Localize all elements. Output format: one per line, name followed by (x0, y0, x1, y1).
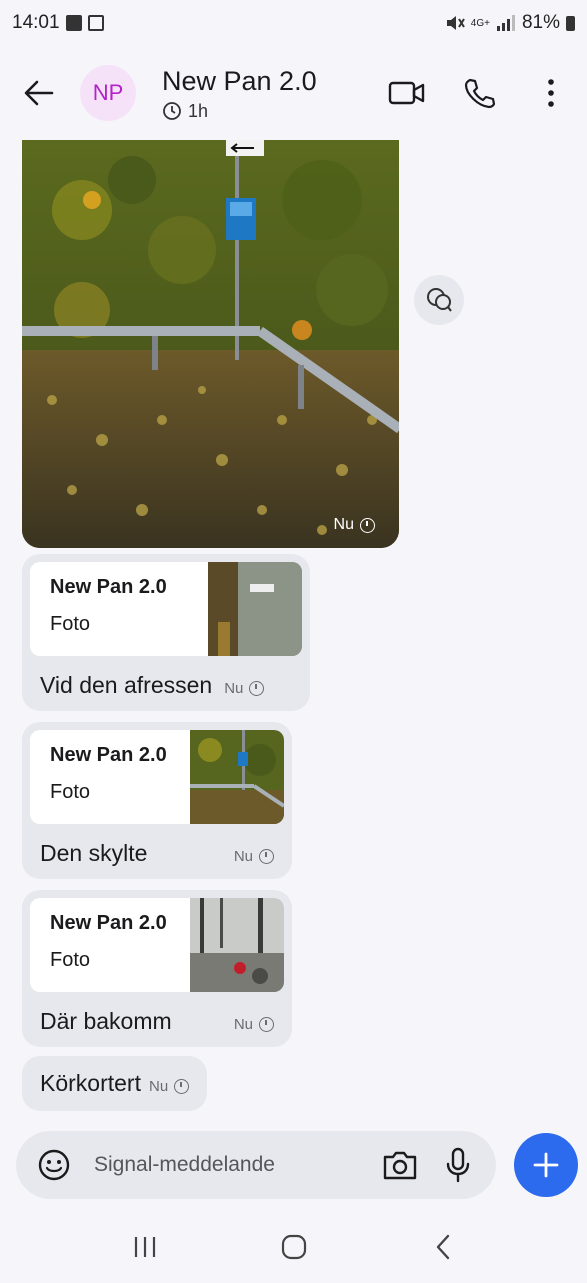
disappearing-timer-icon (259, 1017, 274, 1032)
message-time: Nu (233, 848, 253, 865)
quote-author: New Pan 2.0 (50, 744, 167, 766)
conversation-title: New Pan 2.0 (162, 65, 317, 96)
video-camera-icon (388, 81, 425, 105)
message-text: Den skylte (40, 840, 148, 866)
message-bubble[interactable]: New Pan 2.0 Foto Där bakomm Nu (22, 890, 292, 1047)
timer-value: 1h (188, 100, 209, 121)
message-bubble[interactable]: Körkortert Nu (22, 1056, 208, 1111)
photo-time-text: Nu (333, 516, 354, 533)
avatar-initials: NP (92, 80, 124, 105)
signal-icon (496, 15, 515, 31)
emoji-icon (38, 1149, 70, 1181)
header-actions (387, 73, 571, 113)
network-type: 4G+ (470, 17, 490, 29)
message-text: Körkortert (40, 1070, 141, 1096)
home-icon (281, 1234, 306, 1259)
emoji-button[interactable] (34, 1145, 74, 1185)
quote-text: New Pan 2.0 Foto (30, 730, 190, 824)
message-time: Nu (148, 1078, 169, 1095)
message-time: Nu (233, 1016, 253, 1033)
disappearing-timer: 1h (162, 101, 387, 122)
home-button[interactable] (264, 1222, 324, 1272)
quoted-message[interactable]: New Pan 2.0 Foto (30, 562, 302, 656)
timer-icon (163, 102, 181, 120)
photo-timestamp: Nu (334, 516, 375, 534)
bubble-body: Vid den afressen Nu (30, 656, 302, 703)
video-call-button[interactable] (387, 73, 427, 113)
more-options-button[interactable] (531, 73, 571, 113)
quote-author: New Pan 2.0 (50, 576, 167, 598)
back-button[interactable] (16, 70, 62, 116)
chevron-left-icon (436, 1234, 449, 1259)
quote-author: New Pan 2.0 (50, 912, 167, 934)
message-bubble[interactable]: New Pan 2.0 Foto Den skylte Nu (22, 722, 292, 879)
battery-level: 81% (521, 12, 560, 33)
message-meta: Nu (234, 848, 274, 865)
message-bubble[interactable]: New Pan 2.0 Foto Vid den afressen Nu (22, 554, 310, 711)
recent-apps-button[interactable] (115, 1222, 175, 1272)
mute-icon (446, 16, 465, 30)
status-left: 14:01 (12, 12, 104, 34)
reply-button[interactable] (414, 275, 464, 325)
photo-message[interactable]: Nu (22, 140, 399, 548)
quote-text: New Pan 2.0 Foto (30, 898, 190, 992)
message-composer (16, 1131, 496, 1199)
message-time: Nu (224, 680, 244, 697)
conversation-header: NP New Pan 2.0 1h (0, 46, 587, 140)
plus-icon (533, 1152, 559, 1178)
quote-thumbnail (208, 562, 302, 656)
message-input[interactable] (94, 1153, 380, 1177)
disappearing-timer-icon (249, 681, 265, 696)
disappearing-timer-icon (259, 849, 274, 864)
message-notification-icon (87, 15, 104, 31)
attach-button[interactable] (514, 1133, 578, 1197)
phone-icon (464, 78, 495, 109)
quote-type: Foto (50, 949, 91, 971)
quoted-message[interactable]: New Pan 2.0 Foto (30, 730, 284, 824)
photo-image (22, 140, 399, 548)
system-navigation-bar (0, 1210, 587, 1283)
camera-button[interactable] (380, 1145, 420, 1185)
quote-type: Foto (50, 781, 91, 803)
quote-thumbnail (190, 898, 284, 992)
bubble-body: Där bakomm Nu (30, 992, 284, 1039)
title-block[interactable]: New Pan 2.0 1h (162, 65, 387, 122)
conversation-list[interactable]: Nu New Pan 2.0 Foto Vid den afressen Nu (0, 140, 587, 1120)
voice-note-button[interactable] (438, 1145, 478, 1185)
camera-icon (383, 1151, 417, 1180)
avatar[interactable]: NP (80, 65, 136, 121)
status-right: 4G+ 81% (445, 12, 575, 34)
status-time: 14:01 (12, 12, 60, 33)
quoted-message[interactable]: New Pan 2.0 Foto (30, 898, 284, 992)
microphone-icon (446, 1147, 470, 1183)
reply-icon (427, 288, 452, 312)
message-meta: Nu (234, 1016, 274, 1033)
message-meta: Nu (224, 680, 265, 697)
disappearing-timer-icon (360, 517, 375, 533)
more-vertical-icon (548, 79, 554, 107)
gallery-notification-icon (65, 15, 82, 31)
quote-text: New Pan 2.0 Foto (30, 562, 208, 656)
disappearing-timer-icon (174, 1079, 190, 1094)
message-meta: Nu (148, 1078, 190, 1095)
message-text: Där bakomm (40, 1008, 172, 1034)
recent-apps-icon (134, 1236, 155, 1257)
status-bar: 14:01 4G+ 81% (0, 0, 587, 46)
quote-type: Foto (50, 613, 91, 635)
message-text: Vid den afressen (40, 672, 213, 698)
voice-call-button[interactable] (459, 73, 499, 113)
bubble-body: Den skylte Nu (30, 824, 284, 871)
battery-icon (566, 15, 575, 31)
arrow-left-icon (24, 80, 54, 106)
system-back-button[interactable] (413, 1222, 473, 1272)
quote-thumbnail (190, 730, 284, 824)
